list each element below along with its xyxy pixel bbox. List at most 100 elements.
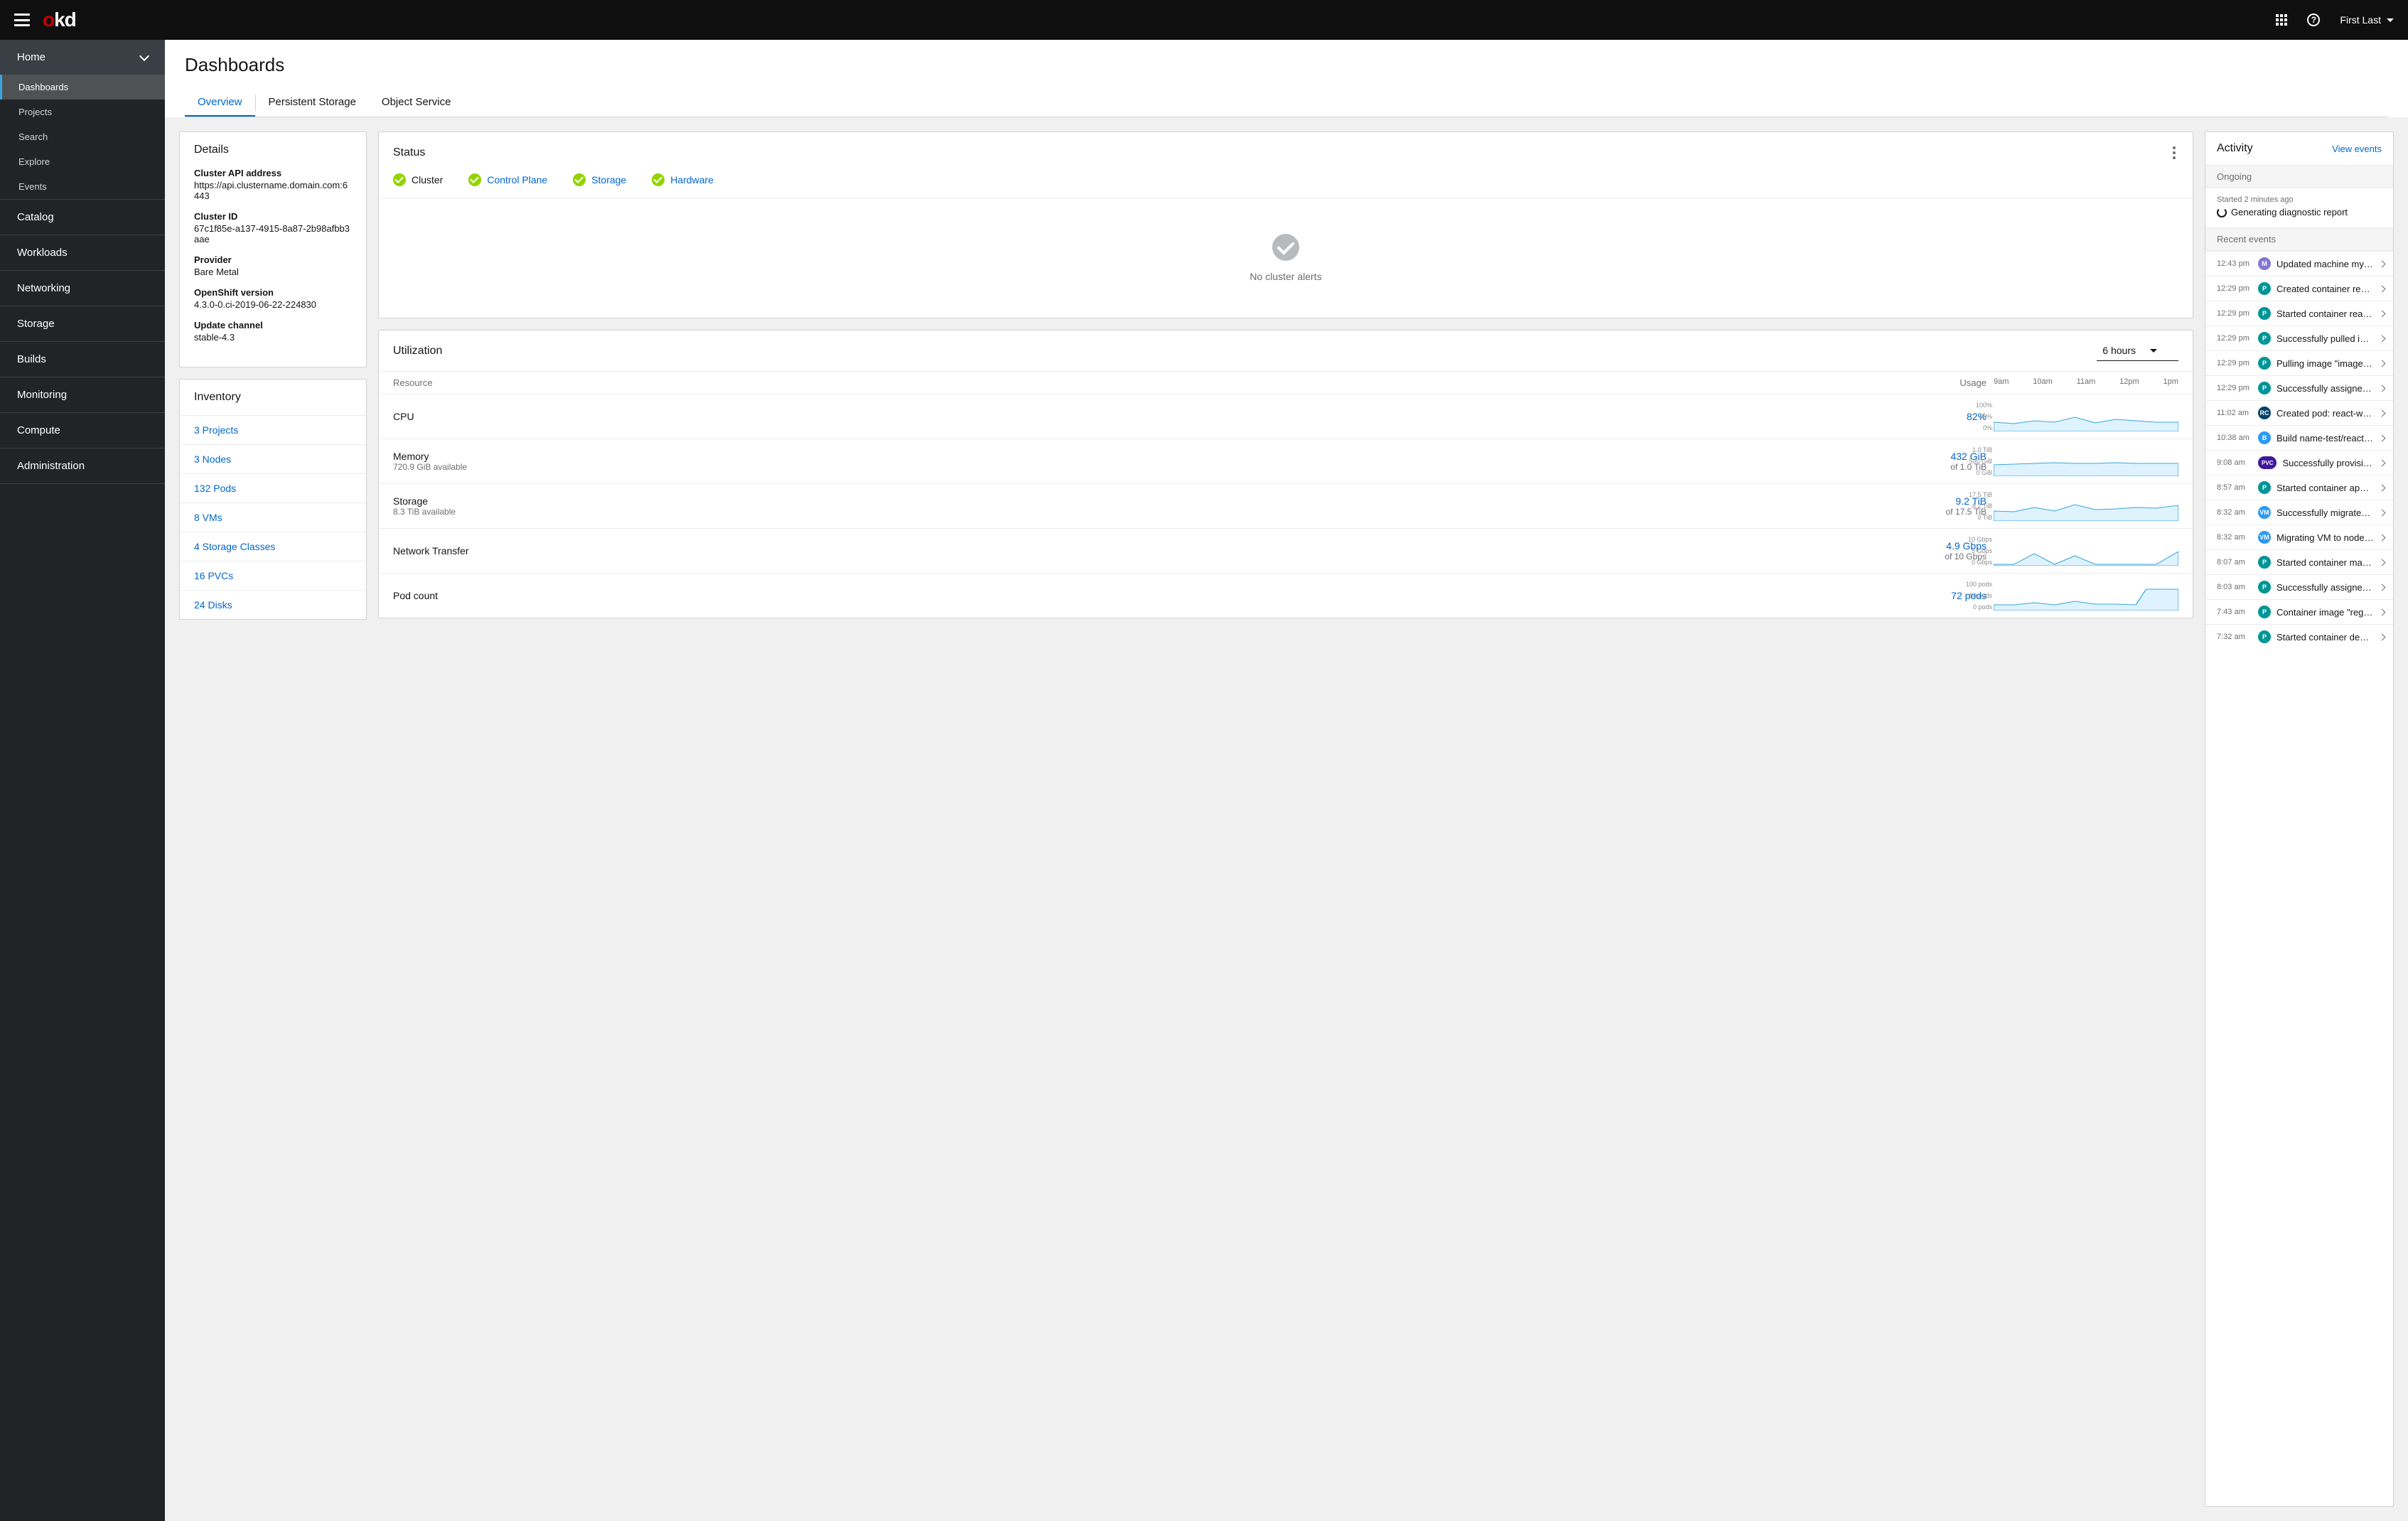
recent-events-label: Recent events [2205, 227, 2393, 251]
event-row[interactable]: 12:29 pmPSuccessfully pulled imag... [2205, 326, 2393, 350]
resource-badge: P [2258, 382, 2271, 394]
masthead: okd ? First Last [0, 0, 2408, 40]
event-text: Started container appde... [2277, 483, 2374, 493]
resource-badge: VM [2258, 531, 2271, 544]
status-storage[interactable]: Storage [573, 173, 626, 186]
detail-label: Update channel [194, 320, 352, 330]
details-card: Details Cluster API addresshttps://api.c… [179, 131, 367, 367]
chevron-right-icon [2379, 360, 2386, 367]
chevron-right-icon [2379, 559, 2386, 566]
event-row[interactable]: 8:32 amVMMigrating VM to node ip... [2205, 525, 2393, 549]
chevron-right-icon [2379, 584, 2386, 591]
sidebar-item-dashboards[interactable]: Dashboards [0, 75, 165, 100]
sidebar-item-projects[interactable]: Projects [0, 100, 165, 124]
user-name: First Last [2340, 14, 2381, 26]
event-time: 12:43 pm [2217, 259, 2252, 268]
event-row[interactable]: 12:29 pmPSuccessfully assigned ap... [2205, 375, 2393, 400]
inventory-item-pvcs[interactable]: 16 PVCs [180, 561, 366, 590]
resource-badge: PVC [2258, 456, 2277, 469]
chevron-right-icon [2379, 385, 2386, 392]
sidebar-item-storage[interactable]: Storage [0, 306, 165, 341]
util-row-cpu: CPU 82% 100%50%0% [379, 394, 2193, 439]
event-text: Created container reacta... [2277, 284, 2374, 294]
sparkline-memory: 1.0 TiB500 GiB0 GiB [1994, 446, 2178, 476]
inventory-item-disks[interactable]: 24 Disks [180, 590, 366, 619]
sidebar-section-home[interactable]: Home [0, 40, 165, 75]
resource-badge: P [2258, 630, 2271, 643]
event-time: 11:02 am [2217, 409, 2252, 417]
chevron-right-icon [2379, 633, 2386, 640]
resource-badge: P [2258, 581, 2271, 593]
event-row[interactable]: 12:43 pmMUpdated machine mynam... [2205, 251, 2393, 276]
status-control-plane[interactable]: Control Plane [468, 173, 547, 186]
event-row[interactable]: 10:38 amBBuild name-test/react-we... [2205, 425, 2393, 450]
event-row[interactable]: 7:32 amPStarted container deploy... [2205, 624, 2393, 649]
chevron-right-icon [2379, 608, 2386, 616]
event-row[interactable]: 8:03 amPSuccessfully assigned m... [2205, 574, 2393, 599]
user-menu[interactable]: First Last [2340, 14, 2394, 26]
resource-badge: P [2258, 332, 2271, 345]
status-hardware[interactable]: Hardware [652, 173, 714, 186]
view-events-link[interactable]: View events [2332, 144, 2382, 154]
resource-badge: P [2258, 606, 2271, 618]
tabs: Overview Persistent Storage Object Servi… [185, 89, 2388, 117]
event-row[interactable]: 12:29 pmPCreated container reacta... [2205, 276, 2393, 301]
time-range-dropdown[interactable]: 6 hours [2097, 340, 2178, 361]
event-row[interactable]: 7:43 amPContainer image "registr... [2205, 599, 2393, 624]
detail-value: stable-4.3 [194, 332, 352, 343]
kebab-menu-icon[interactable] [2170, 144, 2178, 162]
event-row[interactable]: 9:08 amPVCSuccessfully provision... [2205, 450, 2393, 475]
tab-object-service[interactable]: Object Service [369, 89, 464, 117]
sidebar-item-explore[interactable]: Explore [0, 149, 165, 174]
sidebar-item-monitoring[interactable]: Monitoring [0, 377, 165, 412]
tab-persistent-storage[interactable]: Persistent Storage [256, 89, 369, 117]
inventory-item-storage-classes[interactable]: 4 Storage Classes [180, 532, 366, 561]
event-time: 8:07 am [2217, 558, 2252, 566]
event-time: 8:32 am [2217, 508, 2252, 517]
sidebar-item-search[interactable]: Search [0, 124, 165, 149]
app-launcher-icon[interactable] [2276, 14, 2287, 26]
activity-title: Activity [2217, 142, 2253, 155]
sidebar-item-catalog[interactable]: Catalog [0, 200, 165, 235]
event-text: Started container manag... [2277, 557, 2374, 568]
sidebar-item-builds[interactable]: Builds [0, 342, 165, 377]
event-time: 12:29 pm [2217, 334, 2252, 343]
resource-badge: P [2258, 481, 2271, 494]
sparkline-network: 10 Gbps5 Gbps0 Gbps [1994, 536, 2178, 566]
ongoing-label: Ongoing [2205, 165, 2393, 188]
event-text: Created pod: react-web-... [2277, 408, 2374, 419]
sidebar-item-workloads[interactable]: Workloads [0, 235, 165, 270]
logo[interactable]: okd [43, 9, 76, 31]
inventory-item-pods[interactable]: 132 Pods [180, 473, 366, 502]
sparkline-pods: 100 pods50 pods0 pods [1994, 581, 2178, 611]
detail-label: OpenShift version [194, 287, 352, 298]
resource-badge: P [2258, 282, 2271, 295]
event-row[interactable]: 8:57 amPStarted container appde... [2205, 475, 2393, 500]
inventory-item-projects[interactable]: 3 Projects [180, 415, 366, 444]
event-row[interactable]: 12:29 pmPPulling image "image-re... [2205, 350, 2393, 375]
event-row[interactable]: 8:07 am P Started container manag... [2205, 549, 2393, 574]
event-row[interactable]: 11:02 amRCCreated pod: react-web-... [2205, 400, 2393, 425]
check-circle-icon [652, 173, 665, 186]
event-row[interactable]: 12:29 pmPStarted container reacta... [2205, 301, 2393, 326]
sidebar-item-compute[interactable]: Compute [0, 413, 165, 448]
help-icon[interactable]: ? [2307, 14, 2320, 26]
event-time: 12:29 pm [2217, 309, 2252, 318]
resource-badge: P [2258, 556, 2271, 569]
event-text: Successfully migrated V... [2277, 507, 2374, 518]
inventory-item-vms[interactable]: 8 VMs [180, 502, 366, 532]
sidebar-item-administration[interactable]: Administration [0, 448, 165, 483]
tab-overview[interactable]: Overview [185, 89, 255, 117]
event-text: Updated machine mynam... [2277, 259, 2374, 269]
inventory-item-nodes[interactable]: 3 Nodes [180, 444, 366, 473]
event-row[interactable]: 8:32 amVMSuccessfully migrated V... [2205, 500, 2393, 525]
sidebar-item-events[interactable]: Events [0, 174, 165, 199]
hamburger-menu-icon[interactable] [14, 14, 30, 26]
util-head-resource: Resource [393, 377, 1908, 388]
chevron-right-icon [2379, 310, 2386, 317]
chevron-right-icon [2379, 434, 2386, 441]
sidebar-item-networking[interactable]: Networking [0, 271, 165, 306]
activity-card: Activity View events Ongoing Started 2 m… [2205, 131, 2394, 1507]
resource-badge: P [2258, 357, 2271, 370]
events-list[interactable]: 12:43 pmMUpdated machine mynam... 12:29 p… [2205, 251, 2393, 649]
